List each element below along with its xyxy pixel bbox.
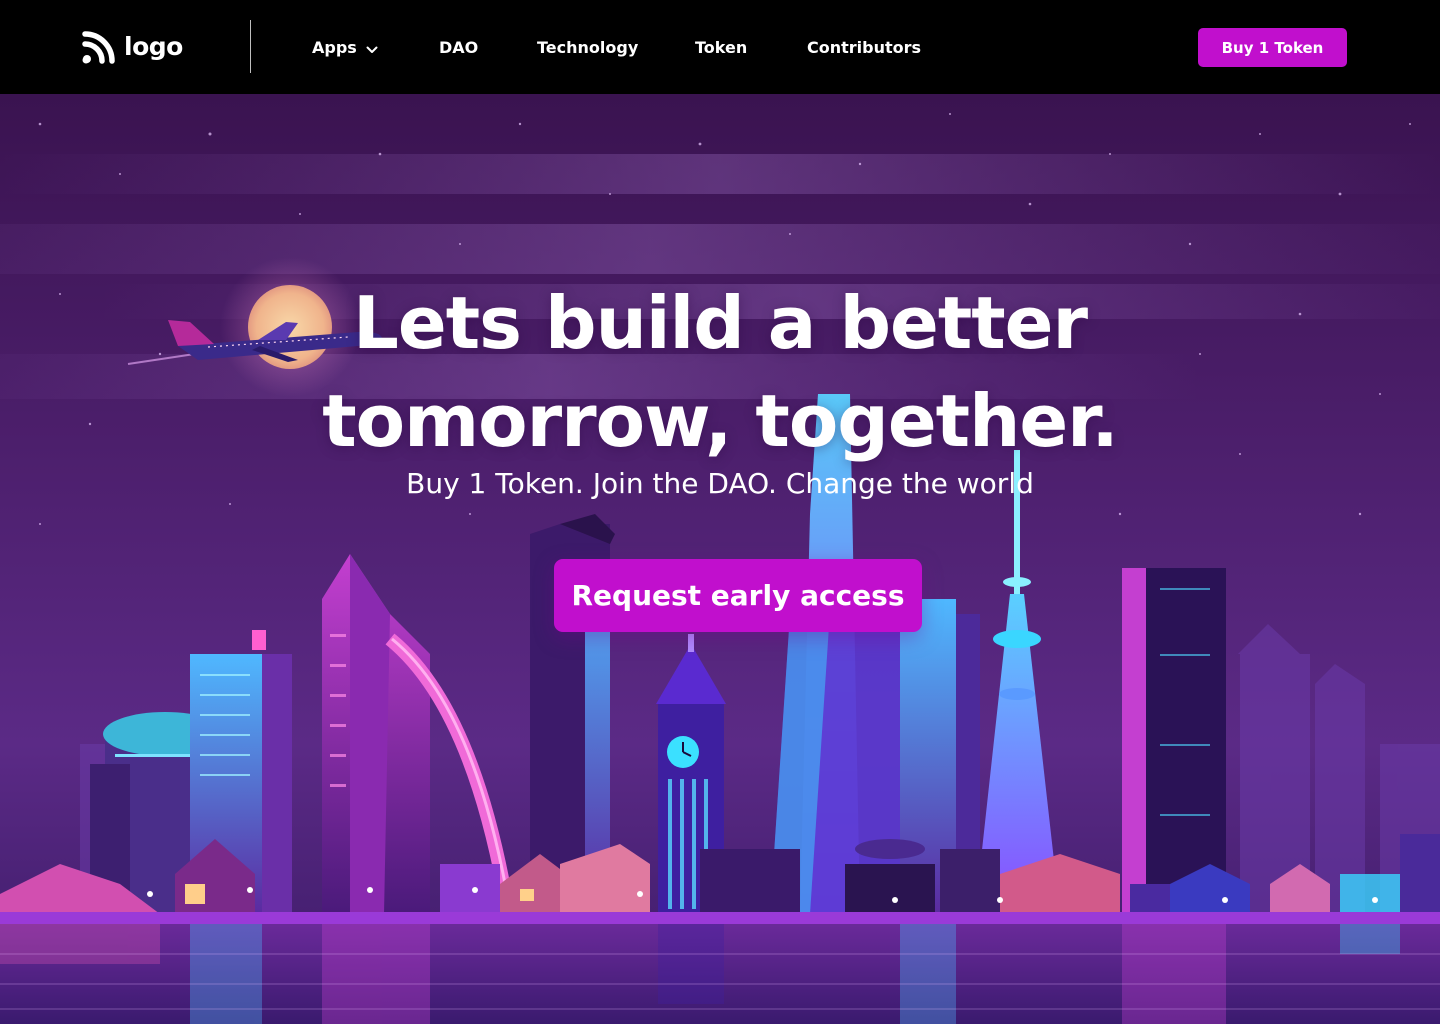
nav-item-contributors[interactable]: Contributors <box>807 35 921 61</box>
chevron-down-icon <box>366 46 378 53</box>
nav-item-label: Apps <box>312 38 357 57</box>
logo-icon <box>82 31 115 64</box>
hero-subheadline: Buy 1 Token. Join the DAO. Change the wo… <box>406 467 1034 500</box>
nav-item-dao[interactable]: DAO <box>439 35 478 61</box>
hero-headline-line1: Lets build a better <box>352 281 1088 365</box>
nav-item-technology[interactable]: Technology <box>537 35 638 61</box>
nav-item-token[interactable]: Token <box>695 35 747 61</box>
nav-divider <box>250 20 251 73</box>
hero-section: Lets build a better tomorrow, together. … <box>0 94 1440 1024</box>
hero-headline-line2: tomorrow, together. <box>322 379 1119 463</box>
nav-item-apps[interactable]: Apps <box>312 35 378 61</box>
logo-text: logo <box>124 32 183 61</box>
buy-token-button[interactable]: Buy 1 Token <box>1198 28 1347 67</box>
request-early-access-button[interactable]: Request early access <box>554 559 922 632</box>
hero-headline: Lets build a better tomorrow, together. <box>0 274 1440 470</box>
brand-logo[interactable]: logo <box>82 30 183 64</box>
top-navbar: logo Apps DAO Technology Token Contribut… <box>0 0 1440 94</box>
